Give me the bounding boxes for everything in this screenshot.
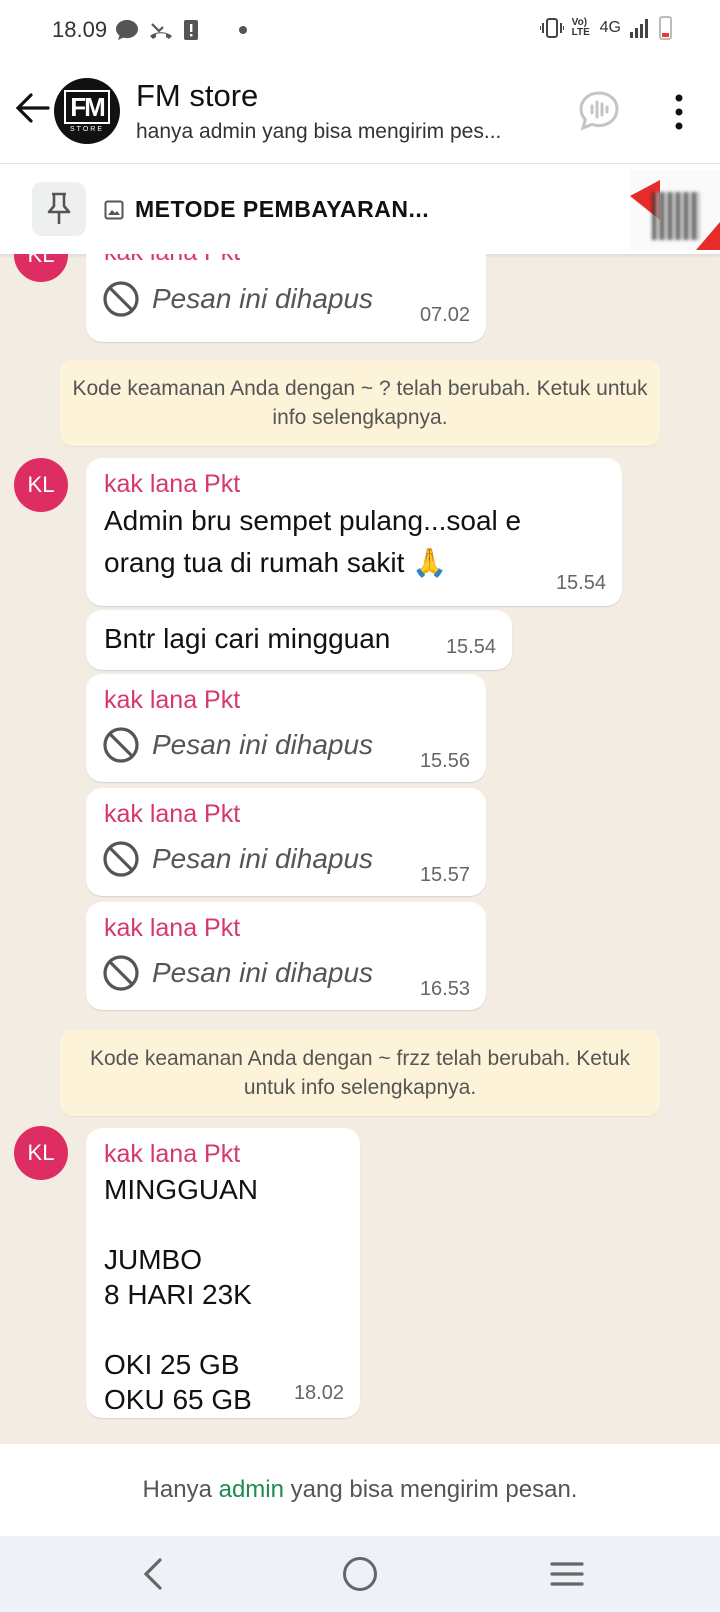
message-bubble[interactable]: Bntr lagi cari mingguan 15.54 (86, 610, 512, 670)
more-options-icon[interactable] (664, 92, 694, 132)
message-bubble[interactable]: kak lana Pkt MINGGUAN JUMBO 8 HARI 23K O… (86, 1128, 360, 1418)
deleted-message-text: Pesan ini dihapus (152, 843, 374, 874)
battery-icon (659, 16, 672, 40)
vibrate-icon (539, 18, 564, 38)
sender-name[interactable]: kak lana Pkt (104, 1140, 240, 1169)
message-bubble[interactable]: kak lana Pkt Pesan ini dihapus 15.56 (86, 674, 486, 782)
message-text: Admin bru sempet pulang...soal e orang t… (104, 505, 522, 578)
pinned-thumbnail[interactable] (630, 170, 720, 250)
security-code-notice[interactable]: Kode keamanan Anda dengan ~ frzz telah b… (60, 1030, 660, 1116)
message-notification-icon (116, 20, 139, 40)
message-time: 16.53 (419, 978, 470, 1000)
message-time: 15.57 (419, 864, 470, 886)
status-time: 18.09 (52, 17, 108, 42)
sender-name[interactable]: kak lana Pkt (104, 470, 240, 499)
admin-notice-suffix: yang bisa mengirim pesan. (283, 1476, 578, 1503)
sender-name[interactable]: kak lana Pkt (104, 686, 240, 715)
chat-subtitle[interactable]: hanya admin yang bisa mengirim pes... (136, 120, 556, 144)
deleted-message-icon (103, 955, 139, 991)
message-time: 07.02 (419, 304, 470, 326)
image-icon (104, 200, 124, 220)
status-bar: 18.09 Vo) LTE 4G (0, 0, 720, 60)
pinned-message-text: METODE PEMBAYARAN... (135, 196, 430, 222)
deleted-message-icon (103, 841, 139, 877)
message-time: 15.54 (445, 636, 496, 658)
admin-only-notice: Hanya admin yang bisa mengirim pesan. (0, 1444, 720, 1536)
sender-avatar[interactable]: KL (14, 1126, 68, 1180)
admin-link[interactable]: admin (219, 1476, 284, 1503)
sender-avatar[interactable]: KL (14, 254, 68, 282)
admin-notice-prefix: Hanya (142, 1476, 219, 1503)
deleted-message-icon (103, 727, 139, 763)
sender-avatar[interactable]: KL (14, 458, 68, 512)
signal-icon (630, 19, 648, 38)
message-time: 15.54 (555, 572, 606, 594)
message-bubble[interactable]: kak lana Pkt Admin bru sempet pulang...s… (86, 458, 622, 606)
message-time: 15.56 (419, 750, 470, 772)
network-type: 4G (599, 19, 621, 36)
group-avatar[interactable]: FM STORE (54, 78, 120, 144)
message-bubble[interactable]: kak lana Pkt Pesan ini dihapus 15.57 (86, 788, 486, 896)
alert-icon (184, 20, 199, 40)
message-bubble[interactable]: kak lana Pkt Pesan ini dihapus 07.02 (86, 254, 486, 342)
chat-header: FM STORE FM store hanya admin yang bisa … (0, 60, 720, 164)
nav-home-icon[interactable] (343, 1557, 377, 1591)
system-nav-bar (0, 1536, 720, 1612)
sender-name[interactable]: kak lana Pkt (104, 254, 240, 267)
security-code-notice[interactable]: Kode keamanan Anda dengan ~ ? telah beru… (60, 360, 660, 446)
notification-dot (239, 26, 248, 34)
nav-recents-icon[interactable] (550, 1560, 584, 1588)
deleted-message-text: Pesan ini dihapus (152, 729, 374, 760)
nav-back-icon[interactable] (138, 1556, 168, 1592)
deleted-message-text: Pesan ini dihapus (152, 957, 374, 988)
deleted-message-icon (103, 281, 139, 317)
chat-title[interactable]: FM store (136, 78, 258, 114)
sender-name[interactable]: kak lana Pkt (104, 914, 240, 943)
volte-indicator: Vo) LTE (571, 17, 590, 38)
avatar-logo-subtext: STORE (70, 125, 104, 133)
message-text: MINGGUAN JUMBO 8 HARI 23K OKI 25 GB OKU … (104, 1174, 258, 1415)
pin-icon (32, 182, 86, 236)
avatar-logo-text: FM (64, 89, 110, 124)
voice-chat-icon[interactable] (578, 90, 620, 132)
deleted-message-text: Pesan ini dihapus (152, 283, 374, 314)
message-time: 18.02 (293, 1382, 344, 1404)
message-text: Bntr lagi cari mingguan (104, 623, 391, 654)
missed-call-icon (150, 23, 173, 39)
message-bubble[interactable]: kak lana Pkt Pesan ini dihapus 16.53 (86, 902, 486, 1010)
sender-name[interactable]: kak lana Pkt (104, 800, 240, 829)
back-arrow-icon[interactable] (14, 90, 50, 126)
pinned-message-bar[interactable]: METODE PEMBAYARAN... (0, 164, 720, 254)
chat-area[interactable]: KL kak lana Pkt Pesan ini dihapus 07.02 … (0, 254, 720, 1444)
